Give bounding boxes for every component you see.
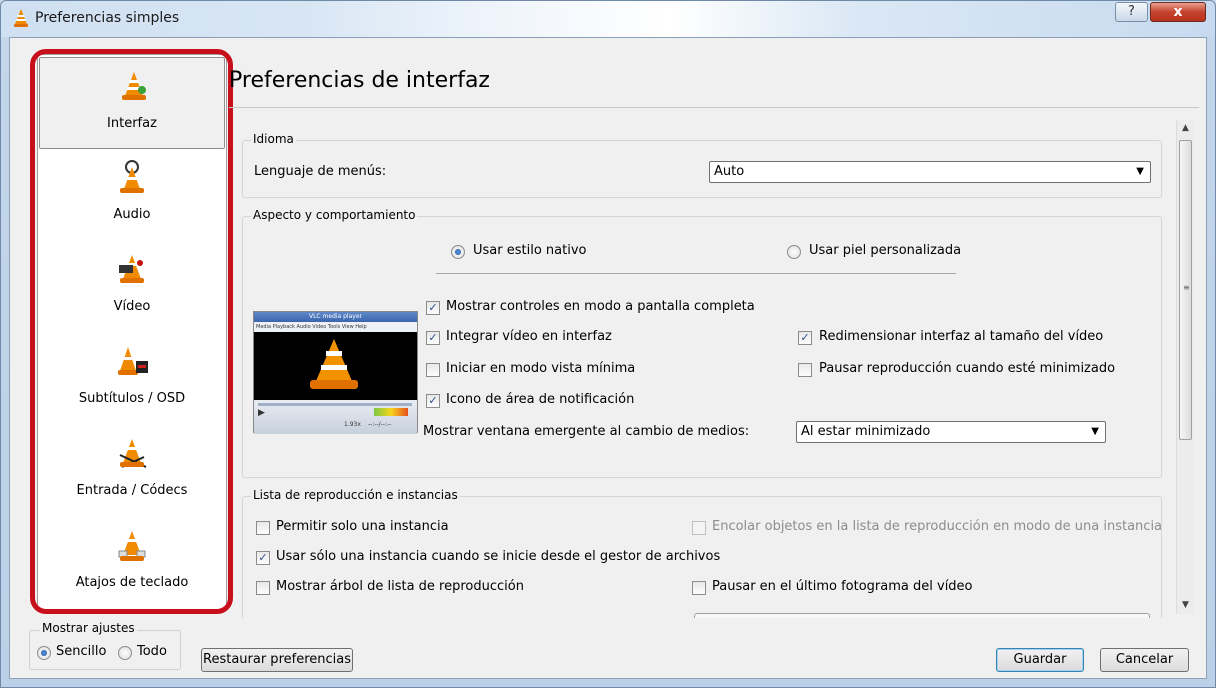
style-divider	[436, 273, 956, 274]
play-icon: ▶	[258, 408, 265, 418]
interface-preview-image: VLC media player Media Playback Audio Vi…	[253, 311, 418, 434]
one-instance-label: Permitir solo una instancia	[276, 519, 449, 534]
chevron-down-icon: ▼	[1136, 166, 1144, 177]
help-button[interactable]: ?	[1115, 2, 1148, 22]
scroll-down-arrow-icon[interactable]: ▼	[1177, 597, 1194, 614]
subtitles-cone-icon	[118, 347, 148, 375]
sidebar-item-label: Entrada / Códecs	[76, 483, 188, 498]
preferences-window: Preferencias simples ? x Interfaz Audio …	[0, 0, 1216, 688]
enqueue-label: Encolar objetos en la lista de reproducc…	[712, 519, 1163, 534]
menu-language-label: Lenguaje de menús:	[254, 164, 387, 179]
sidebar-item-interfaz[interactable]: Interfaz	[39, 57, 225, 149]
preview-vlc-cone-icon	[310, 339, 358, 389]
pause-minimized-label: Pausar reproducción cuando esté minimiza…	[819, 361, 1116, 376]
scrollbar-thumb[interactable]: ≡	[1179, 140, 1192, 440]
systray-icon-label: Icono de área de notificación	[446, 392, 635, 407]
sidebar-item-input-codecs[interactable]: Entrada / Códecs	[38, 425, 226, 517]
scroll-up-arrow-icon[interactable]: ▲	[1177, 120, 1194, 137]
custom-skin-label: Usar piel personalizada	[809, 243, 962, 258]
one-instance-fm-checkbox[interactable]: ✓	[256, 551, 270, 565]
save-button[interactable]: Guardar	[996, 648, 1084, 672]
fullscreen-controls-checkbox[interactable]: ✓	[426, 301, 440, 315]
page-title: Preferencias de interfaz	[229, 68, 490, 93]
chevron-down-icon: ▼	[1091, 426, 1099, 437]
group-idioma: Idioma Lenguaje de menús: Auto ▼	[242, 132, 1162, 198]
start-minimal-checkbox[interactable]	[426, 363, 440, 377]
embed-video-checkbox[interactable]: ✓	[426, 331, 440, 345]
dialog-client-area: Interfaz Audio Vídeo Subtítulos / OSD En…	[9, 37, 1207, 679]
systray-icon-checkbox[interactable]: ✓	[426, 394, 440, 408]
show-tree-checkbox[interactable]	[256, 581, 270, 595]
simple-radio[interactable]	[37, 646, 51, 660]
grip-icon: ≡	[1183, 283, 1190, 292]
group-aspecto: Aspecto y comportamiento Usar estilo nat…	[242, 208, 1162, 478]
title-bar[interactable]: Preferencias simples ? x	[1, 1, 1215, 37]
simple-label: Sencillo	[56, 644, 107, 659]
fullscreen-controls-label: Mostrar controles en modo a pantalla com…	[446, 299, 755, 314]
one-instance-checkbox[interactable]	[256, 521, 270, 535]
start-minimal-label: Iniciar en modo vista mínima	[446, 361, 636, 376]
sidebar-item-label: Atajos de teclado	[75, 575, 189, 590]
popup-select[interactable]: Al estar minimizado ▼	[796, 421, 1106, 443]
close-button[interactable]: x	[1150, 2, 1206, 22]
sidebar-item-label: Subtítulos / OSD	[78, 391, 186, 406]
window-title: Preferencias simples	[35, 10, 180, 26]
group-title: Lista de reproducción e instancias	[251, 488, 460, 502]
vertical-scrollbar[interactable]: ▲ ≡ ▼	[1176, 120, 1193, 614]
select-value: Auto	[714, 164, 745, 179]
sidebar-item-video[interactable]: Vídeo	[38, 241, 226, 333]
sidebar-item-label: Audio	[113, 207, 151, 222]
preview-speed: 1.93x	[344, 421, 361, 428]
group-title: Aspecto y comportamiento	[251, 208, 418, 222]
popup-label: Mostrar ventana emergente al cambio de m…	[423, 424, 750, 439]
all-radio[interactable]	[118, 646, 132, 660]
show-settings-group: Mostrar ajustes Sencillo Todo	[29, 621, 181, 670]
preview-time: --:--/--:--	[368, 421, 392, 428]
select-value: Al estar minimizado	[801, 424, 931, 439]
menu-language-select[interactable]: Auto ▼	[709, 161, 1151, 183]
preview-menu-bar: Media Playback Audio Video Tools View He…	[254, 322, 417, 332]
cancel-button[interactable]: Cancelar	[1100, 648, 1189, 672]
volume-bar	[374, 408, 408, 416]
custom-skin-radio[interactable]	[787, 245, 801, 259]
pause-last-frame-checkbox[interactable]	[692, 581, 706, 595]
preview-controls: ▶ 1.93x --:--/--:--	[254, 400, 417, 434]
show-tree-label: Mostrar árbol de lista de reproducción	[276, 579, 524, 594]
group-title: Mostrar ajustes	[40, 621, 137, 635]
sidebar-item-label: Interfaz	[107, 116, 157, 131]
group-playlist: Lista de reproducción e instancias Permi…	[242, 488, 1163, 618]
settings-scroll-area[interactable]: Idioma Lenguaje de menús: Auto ▼ Aspecto…	[238, 118, 1168, 618]
group-title: Idioma	[251, 132, 296, 146]
reset-preferences-button[interactable]: Restaurar preferencias	[201, 648, 353, 672]
sidebar-item-audio[interactable]: Audio	[38, 149, 226, 241]
pause-minimized-checkbox[interactable]	[798, 363, 812, 377]
hotkeys-cone-icon	[118, 531, 146, 561]
video-cone-icon	[119, 255, 144, 283]
resize-to-video-label: Redimensionar interfaz al tamaño del víd…	[819, 329, 1104, 344]
preview-title-bar: VLC media player	[254, 312, 417, 322]
native-style-radio[interactable]	[451, 245, 465, 259]
sidebar-item-hotkeys[interactable]: Atajos de teclado	[38, 517, 226, 609]
enqueue-checkbox[interactable]	[692, 521, 706, 535]
one-instance-fm-label: Usar sólo una instancia cuando se inicie…	[276, 549, 721, 564]
category-sidebar: Interfaz Audio Vídeo Subtítulos / OSD En…	[37, 54, 227, 611]
sidebar-item-subtitles-osd[interactable]: Subtítulos / OSD	[38, 333, 226, 425]
sidebar-item-label: Vídeo	[113, 299, 151, 314]
all-label: Todo	[137, 644, 167, 659]
vlc-cone-icon	[14, 9, 28, 27]
native-style-label: Usar estilo nativo	[473, 243, 587, 258]
partially-visible-field[interactable]	[694, 613, 1150, 618]
input-codecs-cone-icon	[119, 439, 147, 468]
pause-last-frame-label: Pausar en el último fotograma del vídeo	[712, 579, 973, 594]
resize-to-video-checkbox[interactable]: ✓	[798, 331, 812, 345]
embed-video-label: Integrar vídeo en interfaz	[446, 329, 612, 344]
interface-cone-icon	[122, 72, 146, 100]
audio-cone-icon	[120, 160, 144, 193]
title-divider	[229, 107, 1199, 108]
